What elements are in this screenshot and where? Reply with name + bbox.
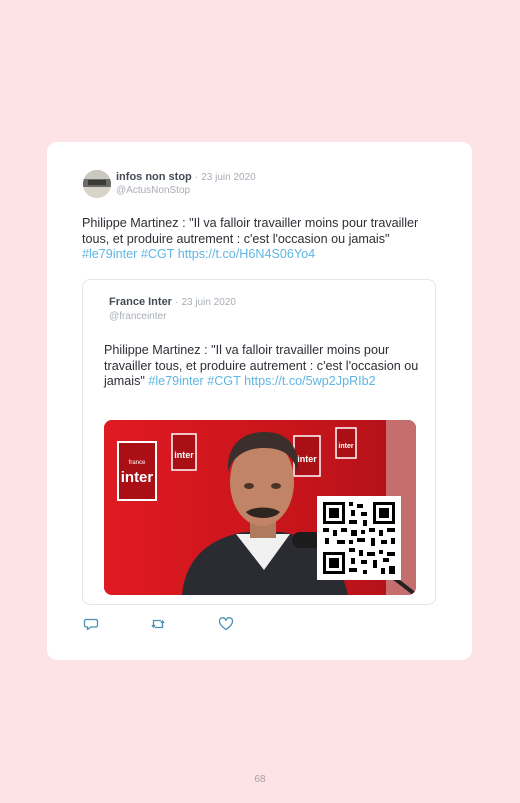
tweet-actions <box>83 616 283 632</box>
tweet-url-link[interactable]: https://t.co/H6N4S06Yo4 <box>178 247 315 261</box>
avatar[interactable] <box>83 170 111 198</box>
tweet-header: infos non stop · 23 juin 2020 @ActusNonS… <box>83 170 443 202</box>
tweet-text: Philippe Martinez : "Il va falloir trava… <box>82 216 432 263</box>
author-line: infos non stop · 23 juin 2020 <box>116 171 256 183</box>
inter-logo-panel: inter <box>335 427 357 459</box>
quoted-tweet[interactable]: France Inter · 23 juin 2020 @franceinter… <box>82 279 436 605</box>
svg-text:france: france <box>129 460 146 466</box>
quoted-author-line: France Inter · 23 juin 2020 <box>109 296 236 308</box>
reply-icon[interactable] <box>83 616 99 632</box>
tweet-body: Philippe Martinez : "Il va falloir trava… <box>82 216 419 246</box>
svg-text:inter: inter <box>121 469 154 486</box>
media-illustration: france inter inter inter inter <box>104 420 416 595</box>
heart-icon[interactable] <box>218 616 234 632</box>
hashtag-link[interactable]: #le79inter <box>82 247 137 261</box>
inter-logo-panel: inter <box>171 433 197 471</box>
quoted-text: Philippe Martinez : "Il va falloir trava… <box>104 343 419 390</box>
separator-dot: · <box>175 297 179 308</box>
hashtag-link[interactable]: #le79inter <box>148 374 203 388</box>
qr-code <box>317 496 401 580</box>
retweet-icon[interactable] <box>150 616 166 632</box>
hashtag-link[interactable]: #CGT <box>141 247 174 261</box>
avatar-logo <box>88 180 106 185</box>
quoted-author-name[interactable]: France Inter <box>109 296 172 308</box>
quoted-handle[interactable]: @franceinter <box>109 311 166 322</box>
separator-dot: · <box>194 172 199 183</box>
svg-text:inter: inter <box>338 443 353 450</box>
quoted-url-link[interactable]: https://t.co/5wp2JpRIb2 <box>244 374 376 388</box>
hashtag-link[interactable]: #CGT <box>207 374 240 388</box>
tweet-date[interactable]: 23 juin 2020 <box>201 172 256 183</box>
inter-logo-panel: france inter <box>117 441 157 501</box>
page-number: 68 <box>254 774 266 785</box>
svg-text:inter: inter <box>174 450 194 460</box>
tweet-card: infos non stop · 23 juin 2020 @ActusNonS… <box>47 142 472 660</box>
media-image[interactable]: france inter inter inter inter <box>104 420 416 595</box>
quoted-date[interactable]: 23 juin 2020 <box>181 297 236 308</box>
svg-text:inter: inter <box>297 454 317 464</box>
author-handle[interactable]: @ActusNonStop <box>116 185 190 196</box>
author-name[interactable]: infos non stop <box>116 171 192 183</box>
